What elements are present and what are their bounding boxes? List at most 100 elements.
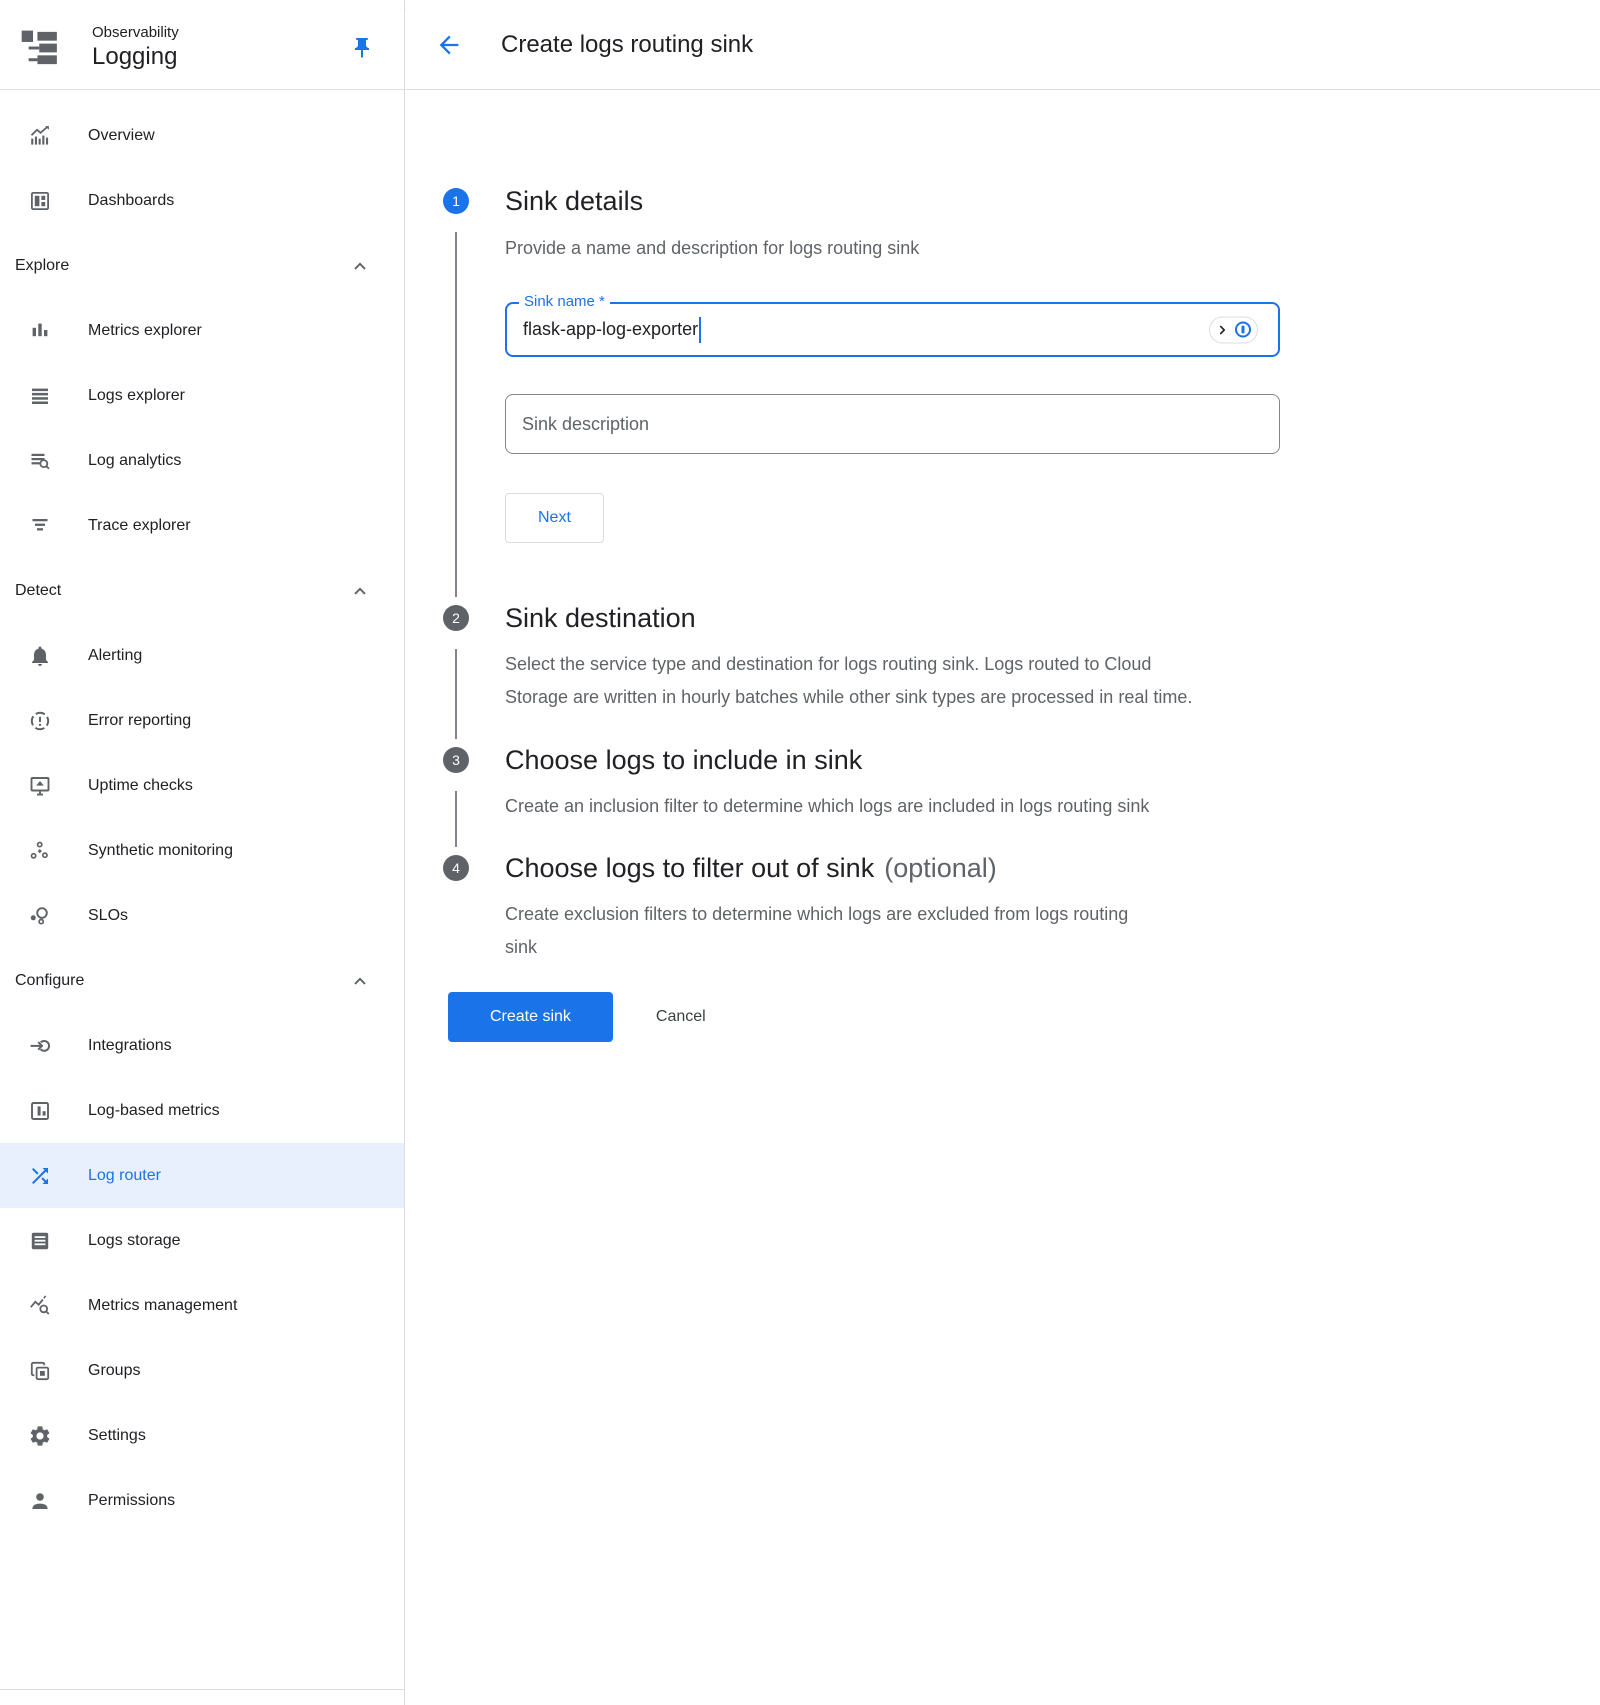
next-button[interactable]: Next xyxy=(505,493,604,543)
log-based-metrics-icon xyxy=(28,1099,52,1123)
sidebar-group-label: Detect xyxy=(15,582,61,600)
sidebar-item-metrics-explorer[interactable]: Metrics explorer xyxy=(0,298,404,363)
step-badge-column: 4 xyxy=(443,855,469,964)
sidebar-item-label: Trace explorer xyxy=(88,517,191,535)
step-badge-column: 2 xyxy=(443,605,469,714)
step-body: Sink destination Select the service type… xyxy=(505,605,1205,714)
sidebar-item-label: Uptime checks xyxy=(88,777,193,795)
stepper-connector xyxy=(455,232,457,597)
settings-gear-icon xyxy=(28,1424,52,1448)
chevron-up-icon[interactable] xyxy=(349,970,371,992)
step-body: Sink details Provide a name and descript… xyxy=(505,188,1280,543)
groups-icon xyxy=(28,1359,52,1383)
step-title: Sink destination xyxy=(505,605,1205,631)
create-sink-button[interactable]: Create sink xyxy=(448,992,613,1042)
sidebar-group-detect[interactable]: Detect xyxy=(0,558,404,623)
sink-name-input[interactable]: Sink name * flask-app-log-exporter xyxy=(505,302,1280,357)
sidebar-group-label: Configure xyxy=(15,972,84,990)
sidebar-item-label: Overview xyxy=(88,127,155,145)
sidebar-item-label: Permissions xyxy=(88,1492,175,1510)
main-panel: Create logs routing sink 1 Sink details … xyxy=(406,0,1600,1705)
step-sink-details: 1 Sink details Provide a name and descri… xyxy=(443,188,1600,543)
sidebar-bottom-divider xyxy=(0,1689,404,1690)
logs-storage-icon xyxy=(28,1229,52,1253)
sidebar-item-alerting[interactable]: Alerting xyxy=(0,623,404,688)
log-analytics-icon xyxy=(28,449,52,473)
step-title: Choose logs to include in sink xyxy=(505,747,1149,773)
sidebar-item-synthetic-monitoring[interactable]: Synthetic monitoring xyxy=(0,818,404,883)
uptime-checks-icon xyxy=(28,774,52,798)
back-arrow-icon[interactable] xyxy=(435,31,463,59)
step-exclude-logs: 4 Choose logs to filter out of sink (opti… xyxy=(443,855,1600,964)
text-cursor xyxy=(699,317,701,343)
sidebar-item-label: Log router xyxy=(88,1167,161,1185)
sidebar-group-explore[interactable]: Explore xyxy=(0,233,404,298)
sidebar-item-log-analytics[interactable]: Log analytics xyxy=(0,428,404,493)
logging-sidebar: Observability Logging Overview Dashboard… xyxy=(0,0,405,1705)
sidebar-item-metrics-management[interactable]: Metrics management xyxy=(0,1273,404,1338)
password-manager-pill[interactable] xyxy=(1209,316,1258,343)
sidebar-item-logs-explorer[interactable]: Logs explorer xyxy=(0,363,404,428)
sidebar-item-trace-explorer[interactable]: Trace explorer xyxy=(0,493,404,558)
synthetic-monitoring-icon xyxy=(28,839,52,863)
sidebar-item-label: Logs explorer xyxy=(88,387,185,405)
trace-explorer-icon xyxy=(28,514,52,538)
step-include-logs: 3 Choose logs to include in sink Create … xyxy=(443,747,1600,823)
chevron-right-icon xyxy=(1216,323,1229,336)
sidebar-item-integrations[interactable]: Integrations xyxy=(0,1013,404,1078)
step-number-badge: 1 xyxy=(443,188,469,214)
chevron-up-icon[interactable] xyxy=(349,580,371,602)
step-title-text: Choose logs to filter out of sink xyxy=(505,853,874,883)
step-description: Select the service type and destination … xyxy=(505,648,1205,714)
sidebar-nav-list: Overview Dashboards Explore Metrics expl… xyxy=(0,90,404,1533)
stepper-connector xyxy=(455,649,457,739)
sidebar-item-log-based-metrics[interactable]: Log-based metrics xyxy=(0,1078,404,1143)
page-header: Create logs routing sink xyxy=(406,0,1600,90)
integrations-icon xyxy=(28,1034,52,1058)
step-badge-column: 1 xyxy=(443,188,469,543)
step-title-optional: (optional) xyxy=(884,853,997,883)
sidebar-item-label: Error reporting xyxy=(88,712,191,730)
sidebar-item-label: SLOs xyxy=(88,907,128,925)
step-number-badge: 2 xyxy=(443,605,469,631)
sidebar-item-logs-storage[interactable]: Logs storage xyxy=(0,1208,404,1273)
sidebar-item-settings[interactable]: Settings xyxy=(0,1403,404,1468)
sink-stepper: 1 Sink details Provide a name and descri… xyxy=(406,90,1600,1102)
sidebar-item-label: Integrations xyxy=(88,1037,172,1055)
sidebar-item-label: Log-based metrics xyxy=(88,1102,220,1120)
sidebar-titles: Observability Logging xyxy=(92,23,350,72)
step-number-badge: 4 xyxy=(443,855,469,881)
sidebar-item-uptime-checks[interactable]: Uptime checks xyxy=(0,753,404,818)
sink-description-input[interactable] xyxy=(505,394,1280,454)
sink-name-label: Sink name * xyxy=(519,293,610,310)
sidebar-item-groups[interactable]: Groups xyxy=(0,1338,404,1403)
dashboards-icon xyxy=(28,189,52,213)
stepper-connector xyxy=(455,791,457,847)
form-actions: Create sink Cancel xyxy=(448,992,1600,1102)
step-description: Create an inclusion filter to determine … xyxy=(505,790,1149,823)
log-router-icon xyxy=(28,1164,52,1188)
pin-icon[interactable] xyxy=(350,36,374,60)
logs-explorer-icon xyxy=(28,384,52,408)
sidebar-item-label: Alerting xyxy=(88,647,142,665)
sidebar-item-overview[interactable]: Overview xyxy=(0,103,404,168)
step-description: Create exclusion filters to determine wh… xyxy=(505,898,1155,964)
sink-name-value: flask-app-log-exporter xyxy=(523,319,698,340)
step-description: Provide a name and description for logs … xyxy=(505,234,1280,262)
sidebar-item-label: Logs storage xyxy=(88,1232,181,1250)
sidebar-item-permissions[interactable]: Permissions xyxy=(0,1468,404,1533)
step-number-badge: 3 xyxy=(443,747,469,773)
sidebar-item-slos[interactable]: SLOs xyxy=(0,883,404,948)
alerting-icon xyxy=(28,644,52,668)
sidebar-item-label: Metrics management xyxy=(88,1297,237,1315)
chevron-up-icon[interactable] xyxy=(349,255,371,277)
product-name: Observability xyxy=(92,23,350,42)
sidebar-group-configure[interactable]: Configure xyxy=(0,948,404,1013)
sidebar-item-log-router[interactable]: Log router xyxy=(0,1143,404,1208)
sidebar-item-label: Dashboards xyxy=(88,192,174,210)
logging-product-icon xyxy=(18,26,62,70)
cancel-button[interactable]: Cancel xyxy=(650,1007,712,1027)
sidebar-item-dashboards[interactable]: Dashboards xyxy=(0,168,404,233)
sidebar-item-error-reporting[interactable]: Error reporting xyxy=(0,688,404,753)
step-title: Choose logs to filter out of sink (option… xyxy=(505,855,1155,881)
